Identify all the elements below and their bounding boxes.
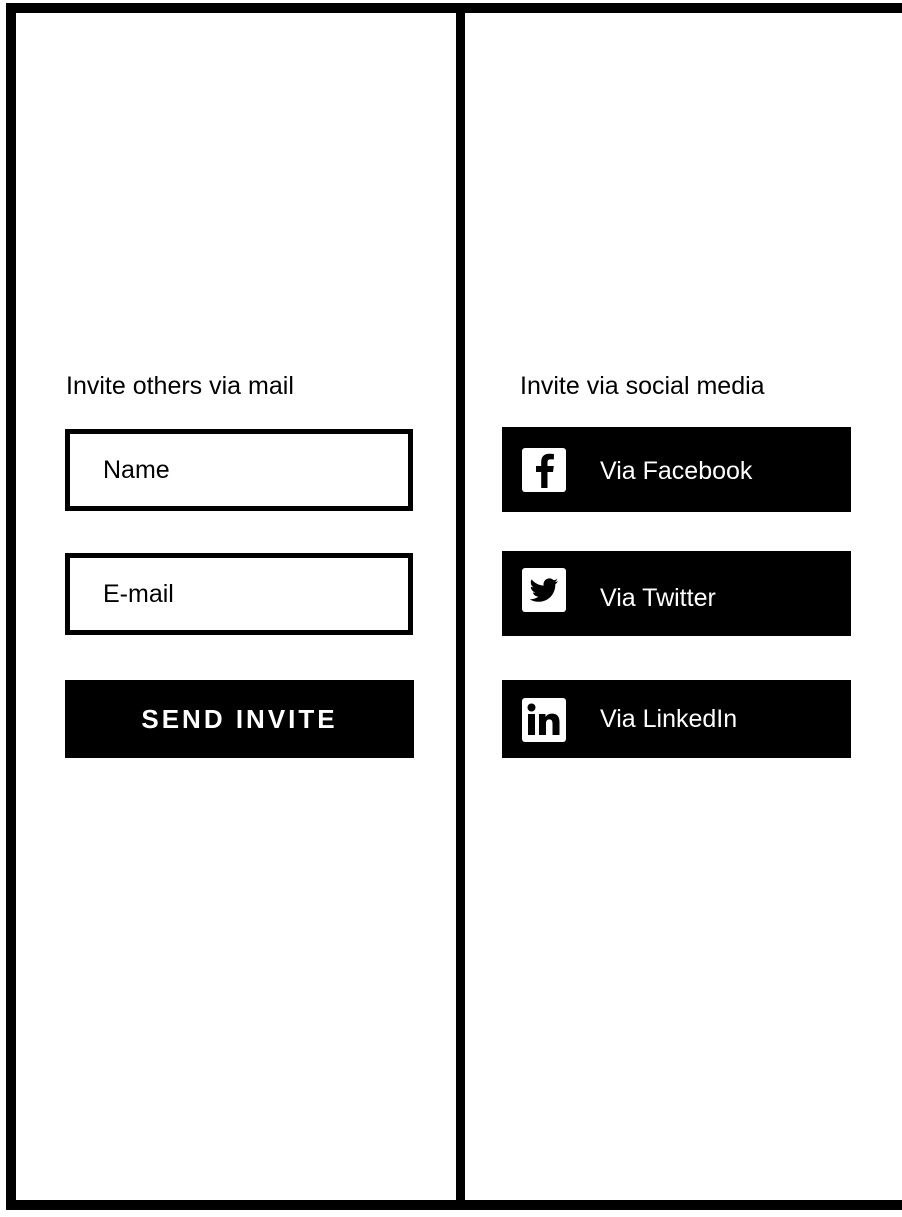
mail-invite-heading: Invite others via mail (66, 372, 294, 400)
column-divider (456, 3, 465, 1210)
facebook-invite-button[interactable]: Via Facebook (502, 427, 851, 512)
linkedin-icon (522, 698, 566, 742)
social-invite-heading: Invite via social media (520, 372, 765, 400)
twitter-icon (522, 568, 566, 612)
twitter-invite-button[interactable]: Via Twitter (502, 551, 851, 636)
name-input[interactable] (103, 455, 408, 485)
email-field-box (65, 553, 413, 635)
facebook-button-label: Via Facebook (600, 457, 753, 485)
email-input[interactable] (103, 579, 408, 609)
name-field-box (65, 429, 413, 511)
linkedin-button-label: Via LinkedIn (600, 705, 738, 733)
facebook-icon (522, 448, 566, 492)
linkedin-invite-button[interactable]: Via LinkedIn (502, 680, 851, 758)
twitter-button-label: Via Twitter (600, 584, 716, 612)
send-invite-button[interactable]: SEND INVITE (65, 680, 414, 758)
